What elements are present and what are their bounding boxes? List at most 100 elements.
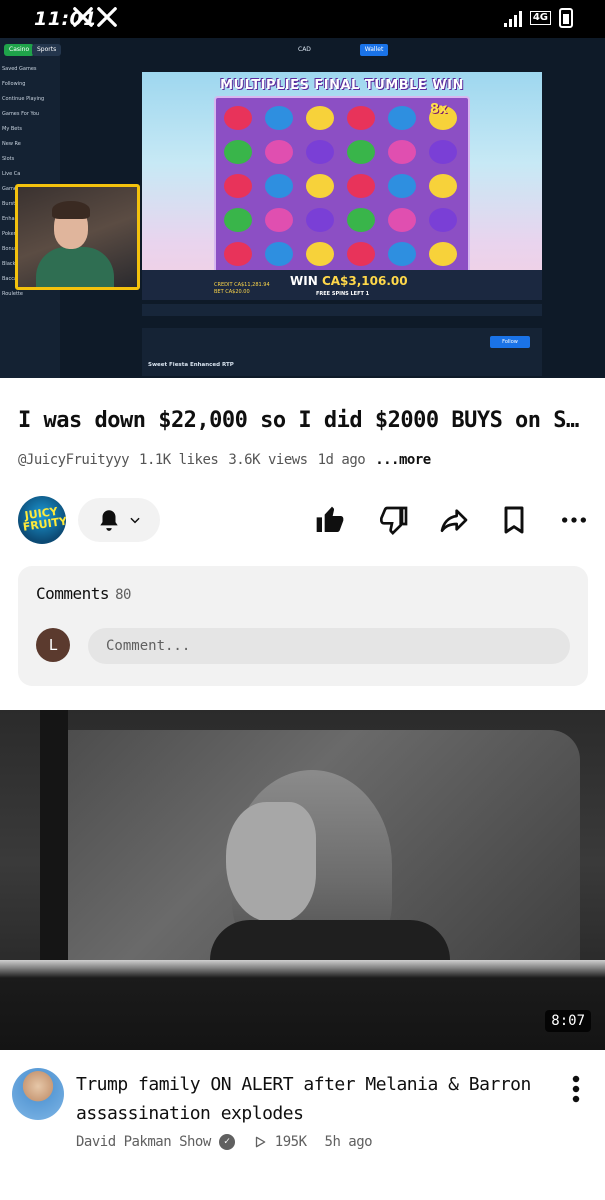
x-logo-icon [97, 7, 117, 27]
stream-sidebar-item: My Bets [2, 126, 22, 132]
slot-symbol [429, 242, 457, 266]
stream-sidebar-item: Poker [2, 231, 16, 237]
bet-readout: BET CA$20.00 [214, 289, 250, 295]
stream-sidebar-item: Saved Games [2, 66, 37, 72]
more-link[interactable]: ...more [375, 452, 431, 468]
slot-symbol [388, 140, 416, 164]
slot-symbol [347, 174, 375, 198]
video-info-panel: I was down $22,000 so I did $2000 BUYS o… [0, 378, 605, 708]
slot-symbol [347, 242, 375, 266]
game-banner: MULTIPLIES FINAL TUMBLE WIN [220, 78, 464, 93]
game-toolbar [142, 304, 542, 316]
comment-input[interactable]: Comment... [88, 628, 570, 664]
slot-symbol [429, 140, 457, 164]
channel-handle[interactable]: @JuicyFruityyy [18, 452, 130, 468]
person-face [226, 802, 316, 922]
credit-readout: CREDIT CA$11,281.94 [214, 282, 270, 288]
slot-symbol [306, 242, 334, 266]
dislike-icon[interactable] [378, 504, 410, 536]
slot-symbol [306, 106, 334, 130]
upload-age: 1d ago [317, 452, 366, 468]
stream-follow-button: Follow [490, 336, 530, 348]
slot-symbol [429, 208, 457, 232]
slot-symbol [224, 208, 252, 232]
user-avatar: L [36, 628, 70, 662]
share-icon[interactable] [438, 504, 470, 536]
kebab-icon[interactable] [569, 1074, 583, 1104]
game-stats-panel: Follow Sweet Fiesta Enhanced RTP [142, 328, 542, 376]
game-footer: CREDIT CA$11,281.94 BET CA$20.00 WIN CA$… [142, 270, 542, 300]
game-name: Sweet Fiesta Enhanced RTP [148, 362, 234, 368]
play-icon [255, 1136, 266, 1148]
slot-game: MULTIPLIES FINAL TUMBLE WIN 8x CREDIT CA… [142, 72, 542, 300]
stream-tab-sports: Sports [32, 44, 62, 56]
slot-symbol [224, 174, 252, 198]
comments-header: Comments 80 [36, 584, 131, 603]
stream-tab-casino: Casino [4, 44, 35, 56]
channel-avatar[interactable]: JUICY FRUITY [18, 496, 66, 544]
next-channel-avatar[interactable] [12, 1068, 64, 1120]
win-label: WIN [290, 274, 318, 288]
verified-icon: ✓ [218, 1134, 235, 1150]
video-title[interactable]: I was down $22,000 so I did $2000 BUYS o… [18, 408, 588, 433]
notification-bell-button[interactable] [78, 498, 160, 542]
next-channel-name[interactable]: David Pakman Show [76, 1134, 211, 1150]
bell-icon [100, 510, 118, 531]
slot-symbol [224, 106, 252, 130]
slot-symbol [347, 106, 375, 130]
slot-symbol [388, 208, 416, 232]
x-logo-icon [73, 7, 93, 27]
status-bar: 11:01 4G [0, 0, 605, 38]
slot-symbol [388, 106, 416, 130]
video-player[interactable]: Saved Games Following Continue Playing Game… [0, 38, 605, 378]
save-icon[interactable] [498, 504, 530, 536]
slot-symbol [306, 208, 334, 232]
slot-symbol [265, 242, 293, 266]
slot-symbol [347, 208, 375, 232]
slot-symbol [388, 242, 416, 266]
next-video-thumbnail[interactable]: 8:07 [0, 710, 605, 1050]
more-icon[interactable] [558, 504, 590, 536]
stream-sidebar-item: New Re [2, 141, 21, 147]
chevron-down-icon [130, 517, 140, 524]
view-count: 3.6K views [228, 452, 308, 468]
next-view-count: 195K [274, 1134, 307, 1150]
stream-sidebar-item: Live Ca [2, 171, 21, 177]
battery-icon [559, 8, 573, 28]
slot-symbol [306, 140, 334, 164]
multiplier-badge: 8x [430, 102, 448, 117]
comments-label: Comments [36, 584, 110, 603]
slot-symbol [265, 174, 293, 198]
stream-sidebar-item: Games For You [2, 111, 40, 117]
slot-symbol [224, 140, 252, 164]
video-meta: @JuicyFruityyy 1.1K likes 3.6K views 1d … [18, 452, 431, 468]
slot-symbol [347, 140, 375, 164]
stream-sidebar-item: Continue Playing [2, 96, 45, 102]
slot-symbol [388, 174, 416, 198]
network-type: 4G [529, 11, 551, 25]
next-video-meta: David Pakman Show ✓ 195K 5h ago [76, 1134, 373, 1150]
car-pillar [40, 710, 68, 970]
streamer-hair [52, 201, 90, 219]
next-video-info[interactable]: Trump family ON ALERT after Melania & Ba… [0, 1050, 605, 1200]
slot-symbol [224, 242, 252, 266]
free-spins-readout: FREE SPINS LEFT 1 [316, 291, 370, 297]
streamer-webcam [15, 184, 140, 290]
like-count: 1.1K likes [139, 452, 219, 468]
comments-panel[interactable]: Comments 80 L Comment... [18, 566, 588, 686]
slot-symbol [265, 106, 293, 130]
signal-icon [503, 9, 522, 27]
win-readout: WIN CA$3,106.00 [290, 274, 408, 288]
status-indicators: 4G [503, 8, 573, 28]
stream-sidebar-item: Roulette [2, 291, 23, 297]
stream-currency: CAD [298, 46, 311, 53]
like-icon[interactable] [314, 504, 346, 536]
slot-symbol [306, 174, 334, 198]
win-amount: CA$3,106.00 [321, 274, 408, 288]
video-duration-badge: 8:07 [545, 1010, 591, 1032]
next-upload-age: 5h ago [324, 1134, 373, 1150]
streamer-body [36, 247, 114, 287]
stream-wallet-button: Wallet [360, 44, 388, 56]
comments-count: 80 [115, 587, 131, 603]
next-video-title[interactable]: Trump family ON ALERT after Melania & Ba… [76, 1070, 550, 1128]
